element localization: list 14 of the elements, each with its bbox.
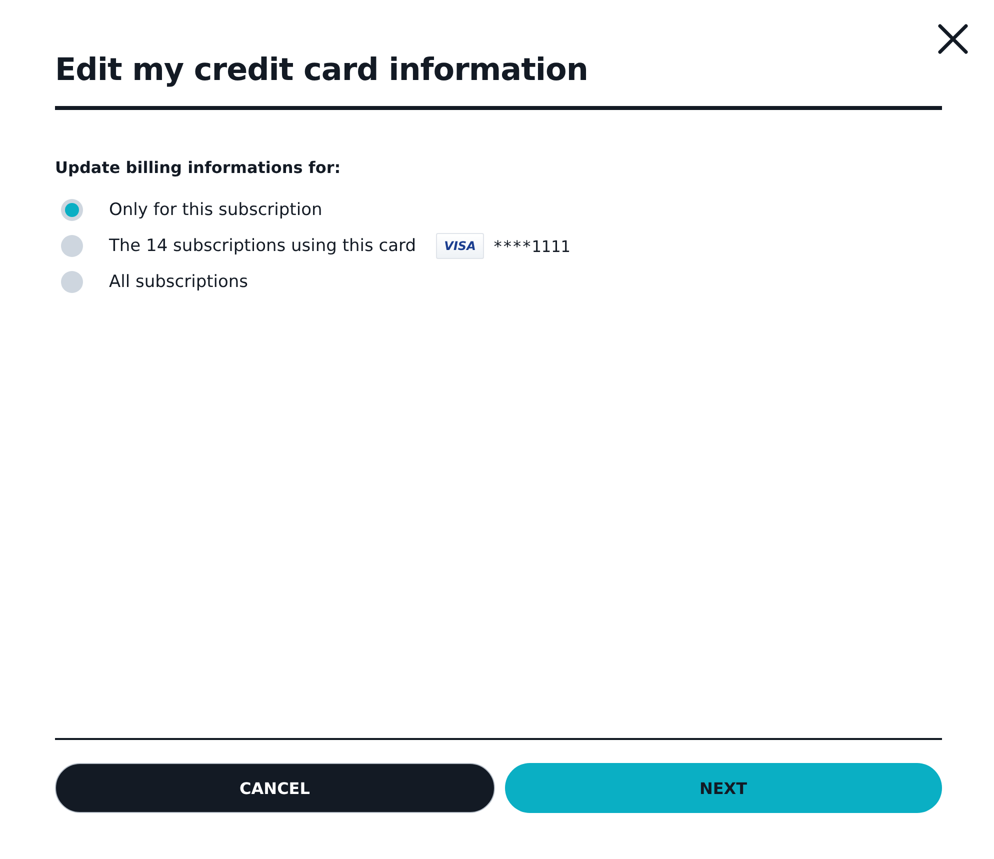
radio-button[interactable] <box>61 271 83 293</box>
option-label[interactable]: Only for this subscription <box>109 199 322 221</box>
card-brand-logo: VISA <box>436 233 484 259</box>
card-number: ****1111 <box>493 236 570 256</box>
close-icon <box>937 23 969 55</box>
radio-button[interactable] <box>61 199 83 221</box>
prompt-label: Update billing informations for: <box>55 157 342 179</box>
close-button[interactable] <box>936 22 970 56</box>
option-label[interactable]: The 14 subscriptions using this card <box>109 235 416 257</box>
radio-button[interactable] <box>61 235 83 257</box>
cancel-button[interactable]: CANCEL <box>55 763 494 813</box>
dialog-title: Edit my credit card information <box>55 51 589 90</box>
next-button[interactable]: NEXT <box>504 763 942 813</box>
option-label[interactable]: All subscriptions <box>109 271 248 293</box>
